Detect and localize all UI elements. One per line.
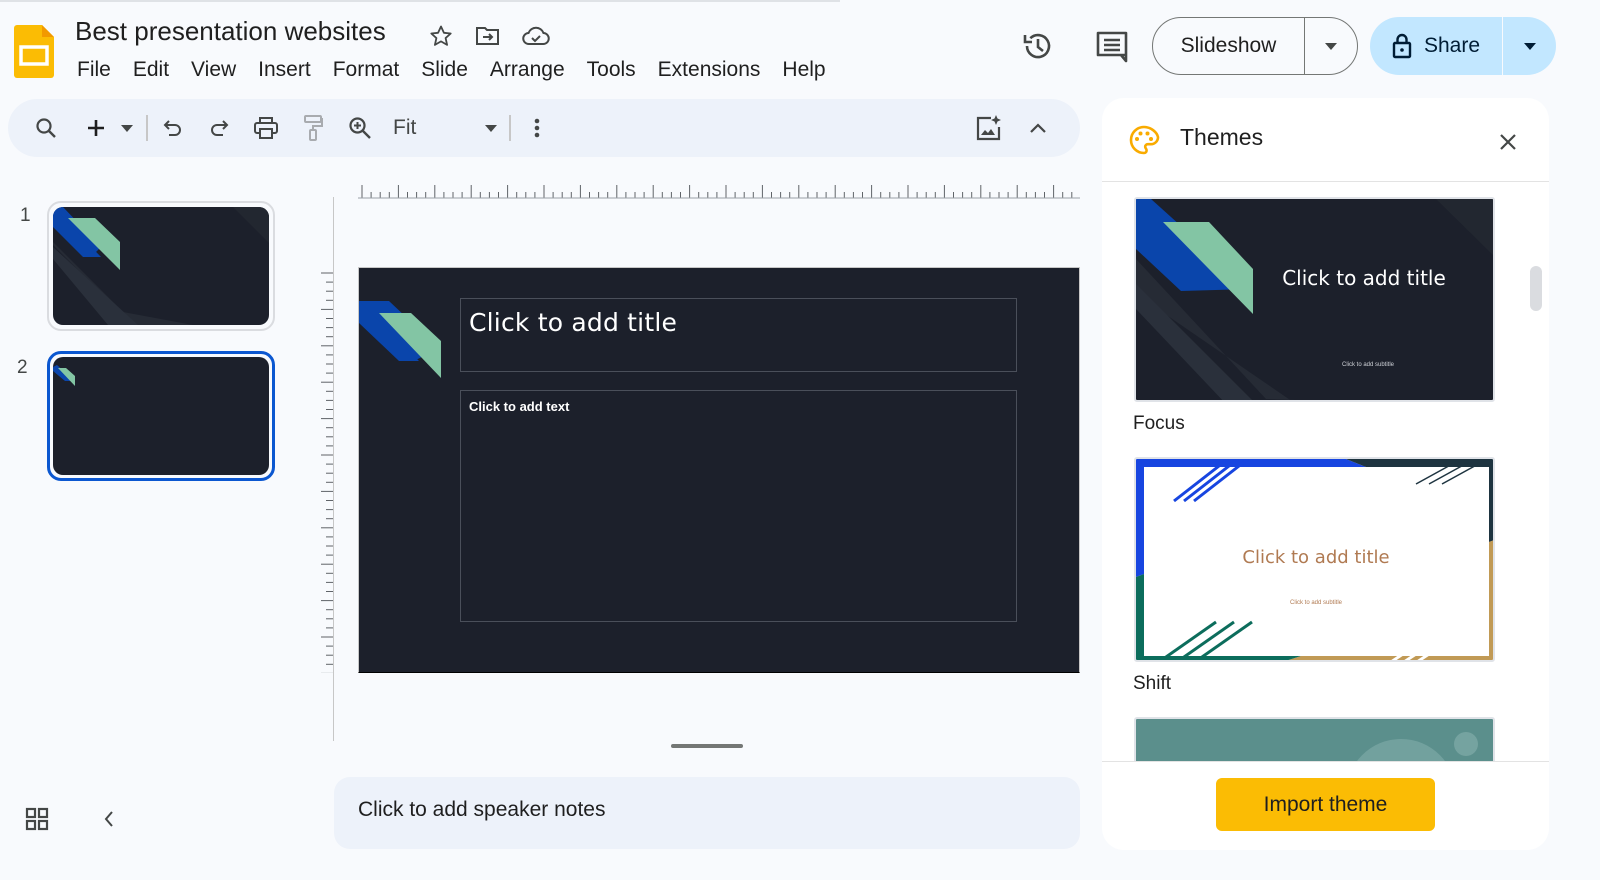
cloud-saved-icon[interactable] (522, 22, 550, 50)
new-slide-plus-icon[interactable] (80, 112, 112, 144)
collapse-filmstrip-icon[interactable] (92, 802, 126, 836)
toolbar: Fit (8, 99, 1080, 157)
share-label: Share (1423, 34, 1481, 57)
move-to-folder-icon[interactable] (474, 22, 502, 50)
paint-format-icon[interactable] (297, 112, 329, 144)
new-slide-layout-dropdown[interactable] (114, 112, 140, 144)
theme-card-focus[interactable]: Click to add title Click to add subtitle (1134, 197, 1495, 402)
theme-title-text: Click to add title (1242, 547, 1389, 568)
themes-header: Themes (1102, 98, 1549, 182)
slideshow-button-group: Slideshow (1152, 17, 1358, 75)
vertical-ruler[interactable] (318, 268, 334, 673)
toolbar-divider (146, 115, 148, 141)
title-placeholder-text: Click to add title (469, 308, 678, 337)
menu-insert[interactable]: Insert (247, 56, 322, 84)
menu-file[interactable]: File (66, 56, 122, 84)
undo-icon[interactable] (157, 112, 189, 144)
title-placeholder[interactable]: Click to add title (460, 298, 1017, 372)
more-vert-icon[interactable] (521, 112, 553, 144)
comments-icon[interactable] (1094, 28, 1130, 64)
menu-arrange[interactable]: Arrange (479, 56, 576, 84)
collapse-toolbar-icon[interactable] (1022, 112, 1054, 144)
slide-thumbnail-preview (53, 357, 269, 475)
themes-panel: Themes Click to add title Click to add s… (1102, 98, 1549, 850)
theme-name-shift: Shift (1133, 673, 1172, 694)
menu-tools[interactable]: Tools (576, 56, 647, 84)
document-title[interactable]: Best presentation websites (75, 16, 386, 47)
menu-bar: File Edit View Insert Format Slide Arran… (66, 56, 837, 84)
zoom-value: Fit (393, 116, 417, 139)
speaker-notes[interactable]: Click to add speaker notes (334, 777, 1080, 849)
slide-number: 1 (20, 205, 31, 226)
toolbar-divider (509, 115, 511, 141)
notes-resize-handle[interactable] (671, 744, 743, 748)
slideshow-button[interactable]: Slideshow (1153, 18, 1305, 74)
speaker-notes-placeholder: Click to add speaker notes (358, 798, 606, 821)
themes-panel-title: Themes (1180, 124, 1264, 150)
caret-down-icon (485, 124, 497, 132)
zoom-select[interactable]: Fit (393, 112, 499, 144)
body-placeholder-text: Click to add text (469, 399, 570, 414)
shift-theme-preview: Click to add title Click to add subtitle (1136, 459, 1493, 660)
share-button-group: Share (1370, 17, 1556, 75)
menu-help[interactable]: Help (771, 56, 836, 84)
grid-view-icon[interactable] (20, 802, 54, 836)
print-icon[interactable] (250, 112, 282, 144)
theme-card-shift[interactable]: Click to add title Click to add subtitle (1134, 457, 1495, 662)
slide-thumbnail-1[interactable] (47, 201, 275, 331)
theme-title-text: Click to add title (1282, 266, 1446, 290)
menu-slide[interactable]: Slide (410, 56, 479, 84)
redo-icon[interactable] (203, 112, 235, 144)
menu-view[interactable]: View (180, 56, 247, 84)
theme-subtitle-text: Click to add subtitle (1290, 600, 1343, 606)
share-options-dropdown[interactable] (1503, 17, 1556, 75)
body-placeholder[interactable]: Click to add text (460, 390, 1017, 622)
close-themes-icon[interactable] (1492, 126, 1524, 158)
theme-subtitle-text: Click to add subtitle (1342, 362, 1395, 368)
slides-logo-icon[interactable] (14, 25, 54, 78)
slide-thumbnail-2-selected[interactable] (47, 351, 275, 481)
themes-footer: Import theme (1102, 761, 1549, 850)
caret-down-icon (1325, 42, 1337, 50)
lock-icon (1392, 33, 1412, 59)
top-border (0, 0, 840, 2)
caret-down-icon (1523, 42, 1536, 50)
caret-down-icon (121, 124, 133, 132)
slide-thumbnail-preview (53, 207, 269, 325)
focus-theme-preview: Click to add title Click to add subtitle (1136, 199, 1493, 400)
slide-editor[interactable]: Click to add title Click to add text (358, 267, 1080, 673)
menu-extensions[interactable]: Extensions (647, 56, 772, 84)
share-button[interactable]: Share (1370, 17, 1503, 75)
menu-format[interactable]: Format (322, 56, 411, 84)
menu-edit[interactable]: Edit (122, 56, 180, 84)
palette-icon (1129, 125, 1160, 155)
zoom-icon[interactable] (344, 112, 376, 144)
slideshow-options-dropdown[interactable] (1305, 18, 1357, 74)
star-icon[interactable] (427, 22, 455, 50)
horizontal-ruler[interactable] (358, 184, 1080, 199)
ai-image-icon[interactable] (973, 112, 1005, 144)
version-history-icon[interactable] (1020, 28, 1056, 64)
import-theme-button[interactable]: Import theme (1216, 778, 1435, 831)
theme-name-focus: Focus (1133, 413, 1185, 434)
themes-scrollbar[interactable] (1530, 266, 1542, 311)
slide-number: 2 (17, 357, 28, 378)
search-menus-icon[interactable] (30, 112, 62, 144)
